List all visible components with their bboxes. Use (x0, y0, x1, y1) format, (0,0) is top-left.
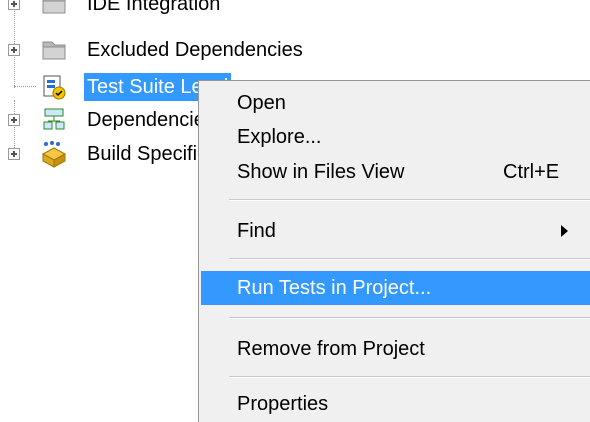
menu-item-label: Show in Files View (237, 161, 405, 183)
menu-item-label: Run Tests in Project... (237, 277, 432, 299)
dependencies-icon (43, 108, 65, 130)
menu-item-run-tests-in-project[interactable]: Run Tests in Project... (201, 271, 590, 305)
tree-item-dependencies[interactable]: Dependencies (0, 104, 215, 136)
menu-separator (229, 199, 590, 201)
menu-item-open[interactable]: Open (201, 86, 590, 120)
menu-separator (229, 376, 590, 378)
test-suite-icon (43, 75, 66, 100)
menu-item-properties[interactable]: Properties (201, 387, 590, 421)
tree-item-excluded-dependencies[interactable]: Excluded Dependencies (0, 34, 400, 66)
menu-item-label: Open (237, 92, 286, 114)
menu-item-shortcut: Ctrl+E (503, 161, 560, 183)
menu-item-remove-from-project[interactable]: Remove from Project (201, 332, 590, 366)
tree-item-label: IDE Integration (87, 0, 221, 15)
build-spec-icon (41, 141, 67, 168)
menu-item-label: Remove from Project (237, 338, 425, 360)
folder-icon (42, 0, 66, 14)
tree-item-build-specifications[interactable]: Build Specifications (0, 138, 260, 170)
menu-item-show-in-files-view[interactable]: Show in Files View Ctrl+E (201, 155, 590, 189)
menu-separator (229, 317, 590, 319)
expand-icon[interactable] (8, 114, 20, 126)
context-menu: Open Explore... Show in Files View Ctrl+… (198, 80, 590, 422)
expand-icon[interactable] (8, 0, 20, 10)
menu-separator (229, 258, 590, 260)
menu-item-label: Properties (237, 393, 329, 415)
expand-icon[interactable] (8, 148, 20, 160)
tree-item-ide-integration[interactable]: IDE Integration (0, 0, 260, 20)
folder-icon (42, 41, 66, 60)
submenu-arrow-icon (561, 225, 568, 237)
menu-item-explore[interactable]: Explore... (201, 120, 590, 154)
tree-item-label: Excluded Dependencies (87, 39, 303, 61)
menu-item-label: Find (237, 220, 276, 242)
expand-icon[interactable] (8, 44, 20, 56)
menu-item-find[interactable]: Find (201, 214, 590, 248)
menu-item-label: Explore... (237, 126, 322, 148)
